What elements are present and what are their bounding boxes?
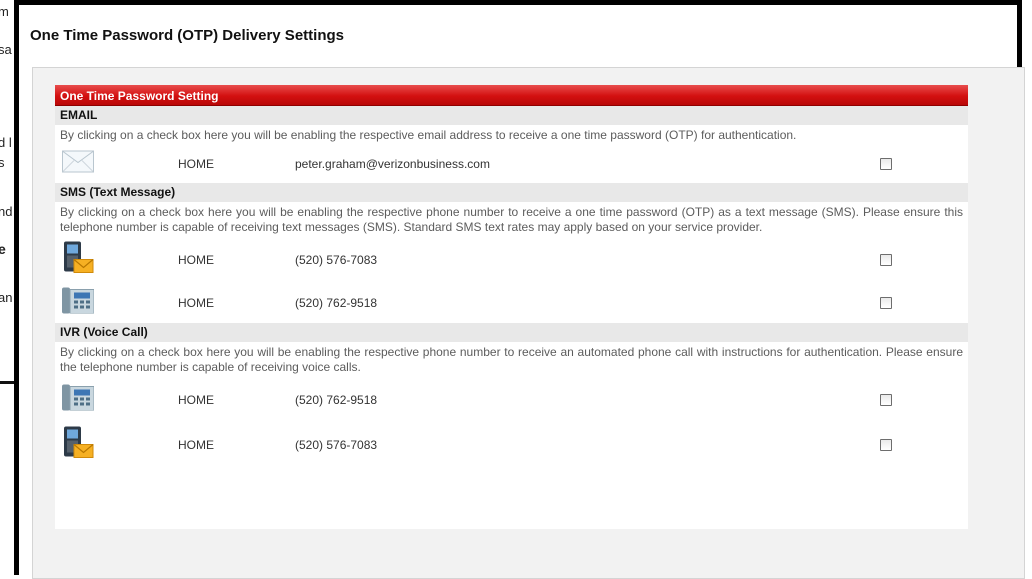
email-address: peter.graham@verizonbusiness.com xyxy=(295,156,490,171)
phone-number: (520) 576-7083 xyxy=(295,437,378,452)
section-header: One Time Password Setting xyxy=(55,85,968,106)
enable-checkbox[interactable] xyxy=(880,438,892,451)
group-description-sms: By clicking on a check box here you will… xyxy=(60,205,963,234)
destination-label: HOME xyxy=(178,252,214,267)
group-description-ivr: By clicking on a check box here you will… xyxy=(60,345,963,374)
desk-phone-icon xyxy=(62,287,95,318)
settings-panel: One Time Password Setting EMAIL By click… xyxy=(32,67,1025,579)
list-item: HOME (520) 576-7083 xyxy=(55,422,968,467)
desk-phone-icon xyxy=(62,384,95,415)
envelope-icon xyxy=(62,150,94,177)
dialog-title: One Time Password (OTP) Delivery Setting… xyxy=(30,27,344,44)
enable-checkbox[interactable] xyxy=(880,393,892,406)
background-text: nd xyxy=(0,204,13,219)
list-item: HOME (520) 762-9518 xyxy=(55,377,968,422)
group-heading-sms: SMS (Text Message) xyxy=(55,183,968,202)
background-text: s xyxy=(0,155,5,170)
destination-label: HOME xyxy=(178,392,214,407)
otp-settings-dialog: One Time Password (OTP) Delivery Setting… xyxy=(14,0,1025,579)
destination-label: HOME xyxy=(178,156,214,171)
otp-setting-table: One Time Password Setting EMAIL By click… xyxy=(55,85,968,529)
enable-checkbox[interactable] xyxy=(880,157,892,170)
list-item: HOME peter.graham@verizonbusiness.com xyxy=(55,144,968,183)
group-heading-email: EMAIL xyxy=(55,106,968,125)
background-text: e xyxy=(0,241,6,257)
destination-label: HOME xyxy=(178,437,214,452)
phone-number: (520) 762-9518 xyxy=(295,392,378,407)
group-description-email: By clicking on a check box here you will… xyxy=(60,128,797,142)
mobile-phone-message-icon xyxy=(62,426,94,463)
background-text: m xyxy=(0,4,9,19)
group-heading-ivr: IVR (Voice Call) xyxy=(55,323,968,342)
list-item: HOME (520) 576-7083 xyxy=(55,237,968,282)
background-text: sa xyxy=(0,42,12,57)
mobile-phone-message-icon xyxy=(62,241,94,278)
enable-checkbox[interactable] xyxy=(880,253,892,266)
list-item: HOME (520) 762-9518 xyxy=(55,282,968,323)
destination-label: HOME xyxy=(178,295,214,310)
background-text: an xyxy=(0,290,13,305)
background-text: d l xyxy=(0,135,12,150)
phone-number: (520) 762-9518 xyxy=(295,295,378,310)
enable-checkbox[interactable] xyxy=(880,296,892,309)
phone-number: (520) 576-7083 xyxy=(295,252,378,267)
